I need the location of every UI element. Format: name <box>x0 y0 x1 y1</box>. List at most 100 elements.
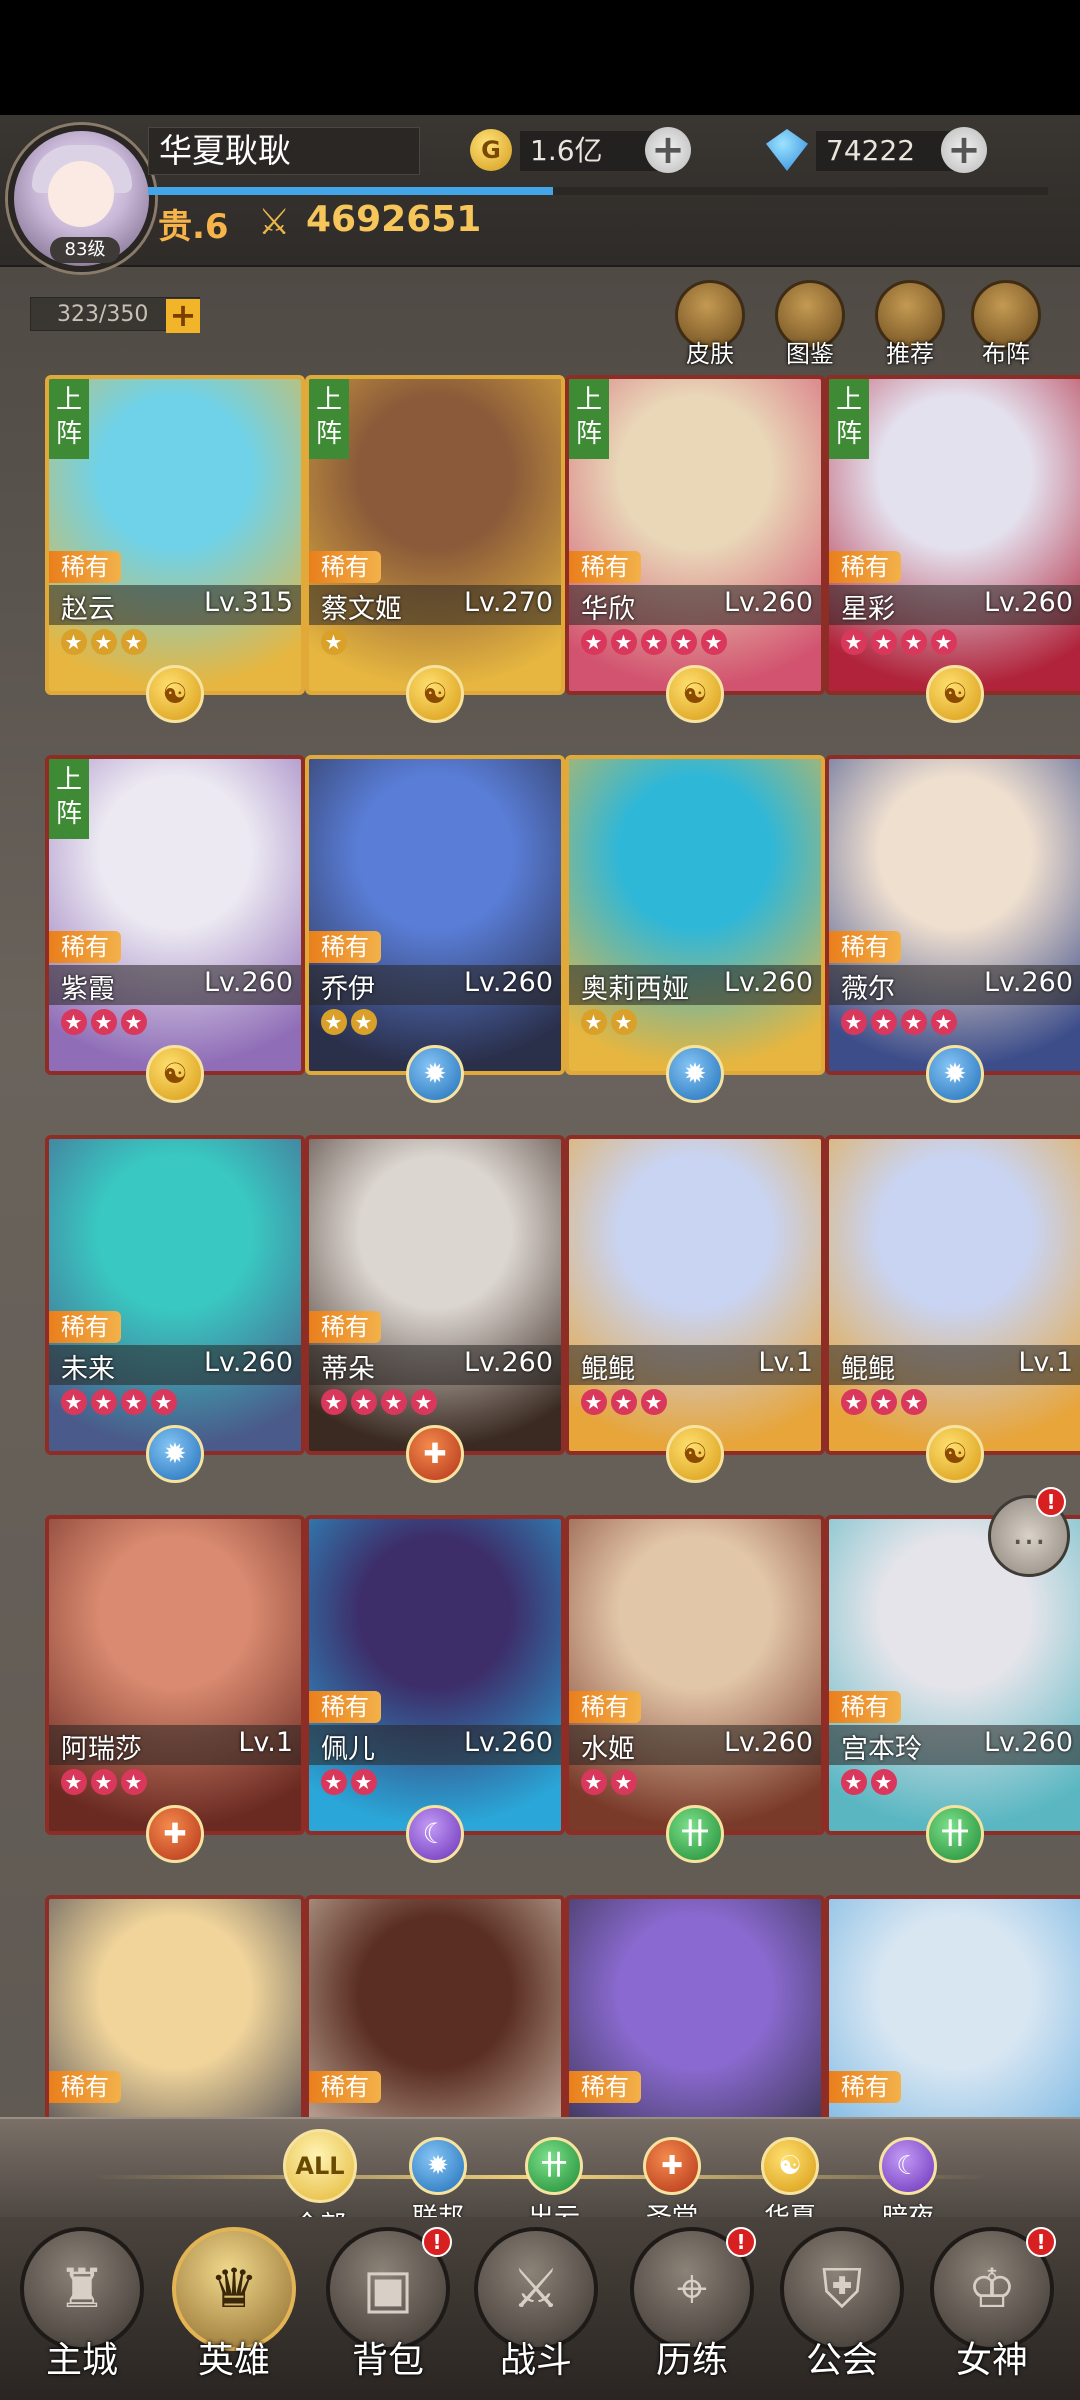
rarity-badge: 稀有 <box>569 551 641 583</box>
hero-card[interactable]: 鲲鲲 Lv.1 ★ ★ ★ ☯ <box>825 1135 1080 1483</box>
chat-notification-badge: ! <box>1036 1487 1066 1517</box>
player-name: 华夏耿耿 <box>148 127 420 175</box>
top-button-recommend[interactable]: 推荐 <box>870 280 950 374</box>
star-icon: ★ <box>121 1769 147 1795</box>
filter-chuyun-icon: 卄 <box>525 2137 583 2195</box>
nav-swords[interactable]: ⚔ 战斗 <box>466 2227 606 2397</box>
hero-card[interactable]: 稀有 薇尔 Lv.260 ★ ★ ★ ★ ✹ <box>825 755 1080 1103</box>
hero-card[interactable]: 上阵 稀有 蔡文姬 Lv.270 ★ ☯ <box>305 375 565 723</box>
hero-portrait-frame: 稀有 乔伊 Lv.260 ★ ★ <box>305 755 565 1075</box>
star-icon: ★ <box>121 1389 147 1415</box>
player-header: 83级 华夏耿耿 G 1.6亿 + 74222 + 贵.6 ⚔ 4692651 <box>0 115 1080 272</box>
nav-label: 战斗 <box>499 2340 572 2381</box>
star-icon: ★ <box>841 1389 867 1415</box>
star-icon: ★ <box>581 629 607 655</box>
hero-card[interactable]: 稀有 水姬 Lv.260 ★ ★ 卄 <box>565 1515 825 1863</box>
hero-stars: ★ ★ <box>581 1767 641 1795</box>
expand-capacity-button[interactable]: + <box>166 299 200 333</box>
filter-anye-icon: ☾ <box>879 2137 937 2195</box>
rarity-badge: 稀有 <box>569 2071 641 2103</box>
crossed-swords-icon: ⚔ <box>258 202 291 243</box>
hero-level: Lv.260 <box>203 1347 293 1378</box>
star-icon: ★ <box>581 1389 607 1415</box>
rarity-badge: 稀有 <box>49 1311 121 1343</box>
top-button-formation[interactable]: 布阵 <box>966 280 1046 374</box>
hero-card[interactable]: 奥莉西娅 Lv.260 ★ ★ ✹ <box>565 755 825 1103</box>
star-icon: ★ <box>91 1389 117 1415</box>
hero-name: 水姬 <box>581 1734 635 1765</box>
hero-card[interactable]: 上阵 稀有 华欣 Lv.260 ★ ★ ★ ★ ★ ☯ <box>565 375 825 723</box>
hero-name: 佩儿 <box>321 1734 375 1765</box>
hero-name: 阿瑞莎 <box>61 1734 142 1765</box>
hero-level: Lv.260 <box>983 587 1073 618</box>
avatar-face <box>48 161 114 227</box>
add-gem-button[interactable]: + <box>941 127 987 173</box>
hero-card[interactable]: 鲲鲲 Lv.1 ★ ★ ★ ☯ <box>565 1135 825 1483</box>
faction-huaxia-icon: ☯ <box>406 665 464 723</box>
hero-stars: ★ ★ <box>321 1007 381 1035</box>
add-gold-button[interactable]: + <box>645 127 691 173</box>
hero-portrait-frame: 上阵 稀有 华欣 Lv.260 ★ ★ ★ ★ ★ <box>565 375 825 695</box>
nav-castle[interactable]: ♜ 主城 <box>12 2227 152 2397</box>
hero-card[interactable]: 上阵 稀有 赵云 Lv.315 ★ ★ ★ ☯ <box>45 375 305 723</box>
faction-lianbang-icon: ✹ <box>146 1425 204 1483</box>
hero-level: Lv.260 <box>983 967 1073 998</box>
hero-level: Lv.260 <box>463 1727 553 1758</box>
star-icon: ★ <box>91 1009 117 1035</box>
hero-card[interactable]: 阿瑞莎 Lv.1 ★ ★ ★ ✚ <box>45 1515 305 1863</box>
star-icon: ★ <box>151 1389 177 1415</box>
star-icon: ★ <box>351 1009 377 1035</box>
rarity-badge: 稀有 <box>309 551 381 583</box>
hero-level: Lv.260 <box>463 967 553 998</box>
hero-card[interactable]: 稀有 未来 Lv.260 ★ ★ ★ ★ ✹ <box>45 1135 305 1483</box>
nav-hero[interactable]: ♛ 英雄 <box>164 2227 304 2397</box>
star-icon: ★ <box>641 1389 667 1415</box>
faction-filter-bar: ALL全部✹联邦卄出云✚圣堂☯华夏☾暗夜 <box>0 2117 1080 2241</box>
hero-level: Lv.1 <box>758 1347 813 1378</box>
hero-grid[interactable]: 上阵 稀有 赵云 Lv.315 ★ ★ ★ ☯ 上阵 稀有 蔡文姬 Lv.270 ★ ☯ 上阵 稀有 华欣 Lv.… <box>0 375 1080 2235</box>
hero-portrait-frame: 鲲鲲 Lv.1 ★ ★ ★ <box>825 1135 1080 1455</box>
hero-stars: ★ <box>321 627 351 655</box>
hero-level: Lv.1 <box>1018 1347 1073 1378</box>
nav-goddess[interactable]: ♔ 女神! <box>922 2227 1062 2397</box>
rarity-badge: 稀有 <box>569 1691 641 1723</box>
hero-stars: ★ ★ ★ ★ <box>61 1387 181 1415</box>
top-button-skin[interactable]: 皮肤 <box>670 280 750 374</box>
rarity-badge: 稀有 <box>49 931 121 963</box>
star-icon: ★ <box>841 1009 867 1035</box>
hero-card[interactable]: 稀有 蒂朵 Lv.260 ★ ★ ★ ★ ✚ <box>305 1135 565 1483</box>
star-icon: ★ <box>61 1389 87 1415</box>
faction-lianbang-icon: ✹ <box>926 1045 984 1103</box>
faction-shengtang-icon: ✚ <box>146 1805 204 1863</box>
top-button-label: 皮肤 <box>686 340 734 368</box>
hero-level: Lv.315 <box>203 587 293 618</box>
star-icon: ★ <box>841 1769 867 1795</box>
star-icon: ★ <box>611 629 637 655</box>
rarity-badge: 稀有 <box>829 551 901 583</box>
hero-card[interactable]: 上阵 稀有 紫霞 Lv.260 ★ ★ ★ ☯ <box>45 755 305 1103</box>
hero-portrait-frame: 鲲鲲 Lv.1 ★ ★ ★ <box>565 1135 825 1455</box>
deployed-tag: 上阵 <box>49 379 89 459</box>
rarity-badge: 稀有 <box>309 1311 381 1343</box>
nav-label: 背包 <box>351 2340 424 2381</box>
filter-all-icon: ALL <box>283 2129 357 2203</box>
nav-shield[interactable]: ⛨ 公会 <box>772 2227 912 2397</box>
nav-map[interactable]: ⌖ 历练! <box>622 2227 762 2397</box>
nav-backpack[interactable]: ▣ 背包! <box>318 2227 458 2397</box>
hero-portrait-frame: 稀有 佩儿 Lv.260 ★ ★ <box>305 1515 565 1835</box>
hero-card[interactable]: 稀有 佩儿 Lv.260 ★ ★ ☾ <box>305 1515 565 1863</box>
star-icon: ★ <box>321 629 347 655</box>
player-avatar[interactable]: 83级 <box>8 125 155 272</box>
hero-stars: ★ ★ ★ ★ <box>321 1387 441 1415</box>
faction-huaxia-icon: ☯ <box>146 1045 204 1103</box>
hero-name: 华欣 <box>581 594 635 625</box>
hero-card[interactable]: 上阵 稀有 星彩 Lv.260 ★ ★ ★ ★ ☯ <box>825 375 1080 723</box>
hero-portrait-frame: 上阵 稀有 紫霞 Lv.260 ★ ★ ★ <box>45 755 305 1075</box>
faction-huaxia-icon: ☯ <box>146 665 204 723</box>
hero-screen: 83级 华夏耿耿 G 1.6亿 + 74222 + 贵.6 ⚔ 4692651 … <box>0 115 1080 2400</box>
hero-name: 鲲鲲 <box>841 1354 895 1385</box>
star-icon: ★ <box>611 1009 637 1035</box>
hero-portrait-frame: 稀有 薇尔 Lv.260 ★ ★ ★ ★ <box>825 755 1080 1075</box>
top-button-codex[interactable]: 图鉴 <box>770 280 850 374</box>
hero-card[interactable]: 稀有 乔伊 Lv.260 ★ ★ ✹ <box>305 755 565 1103</box>
